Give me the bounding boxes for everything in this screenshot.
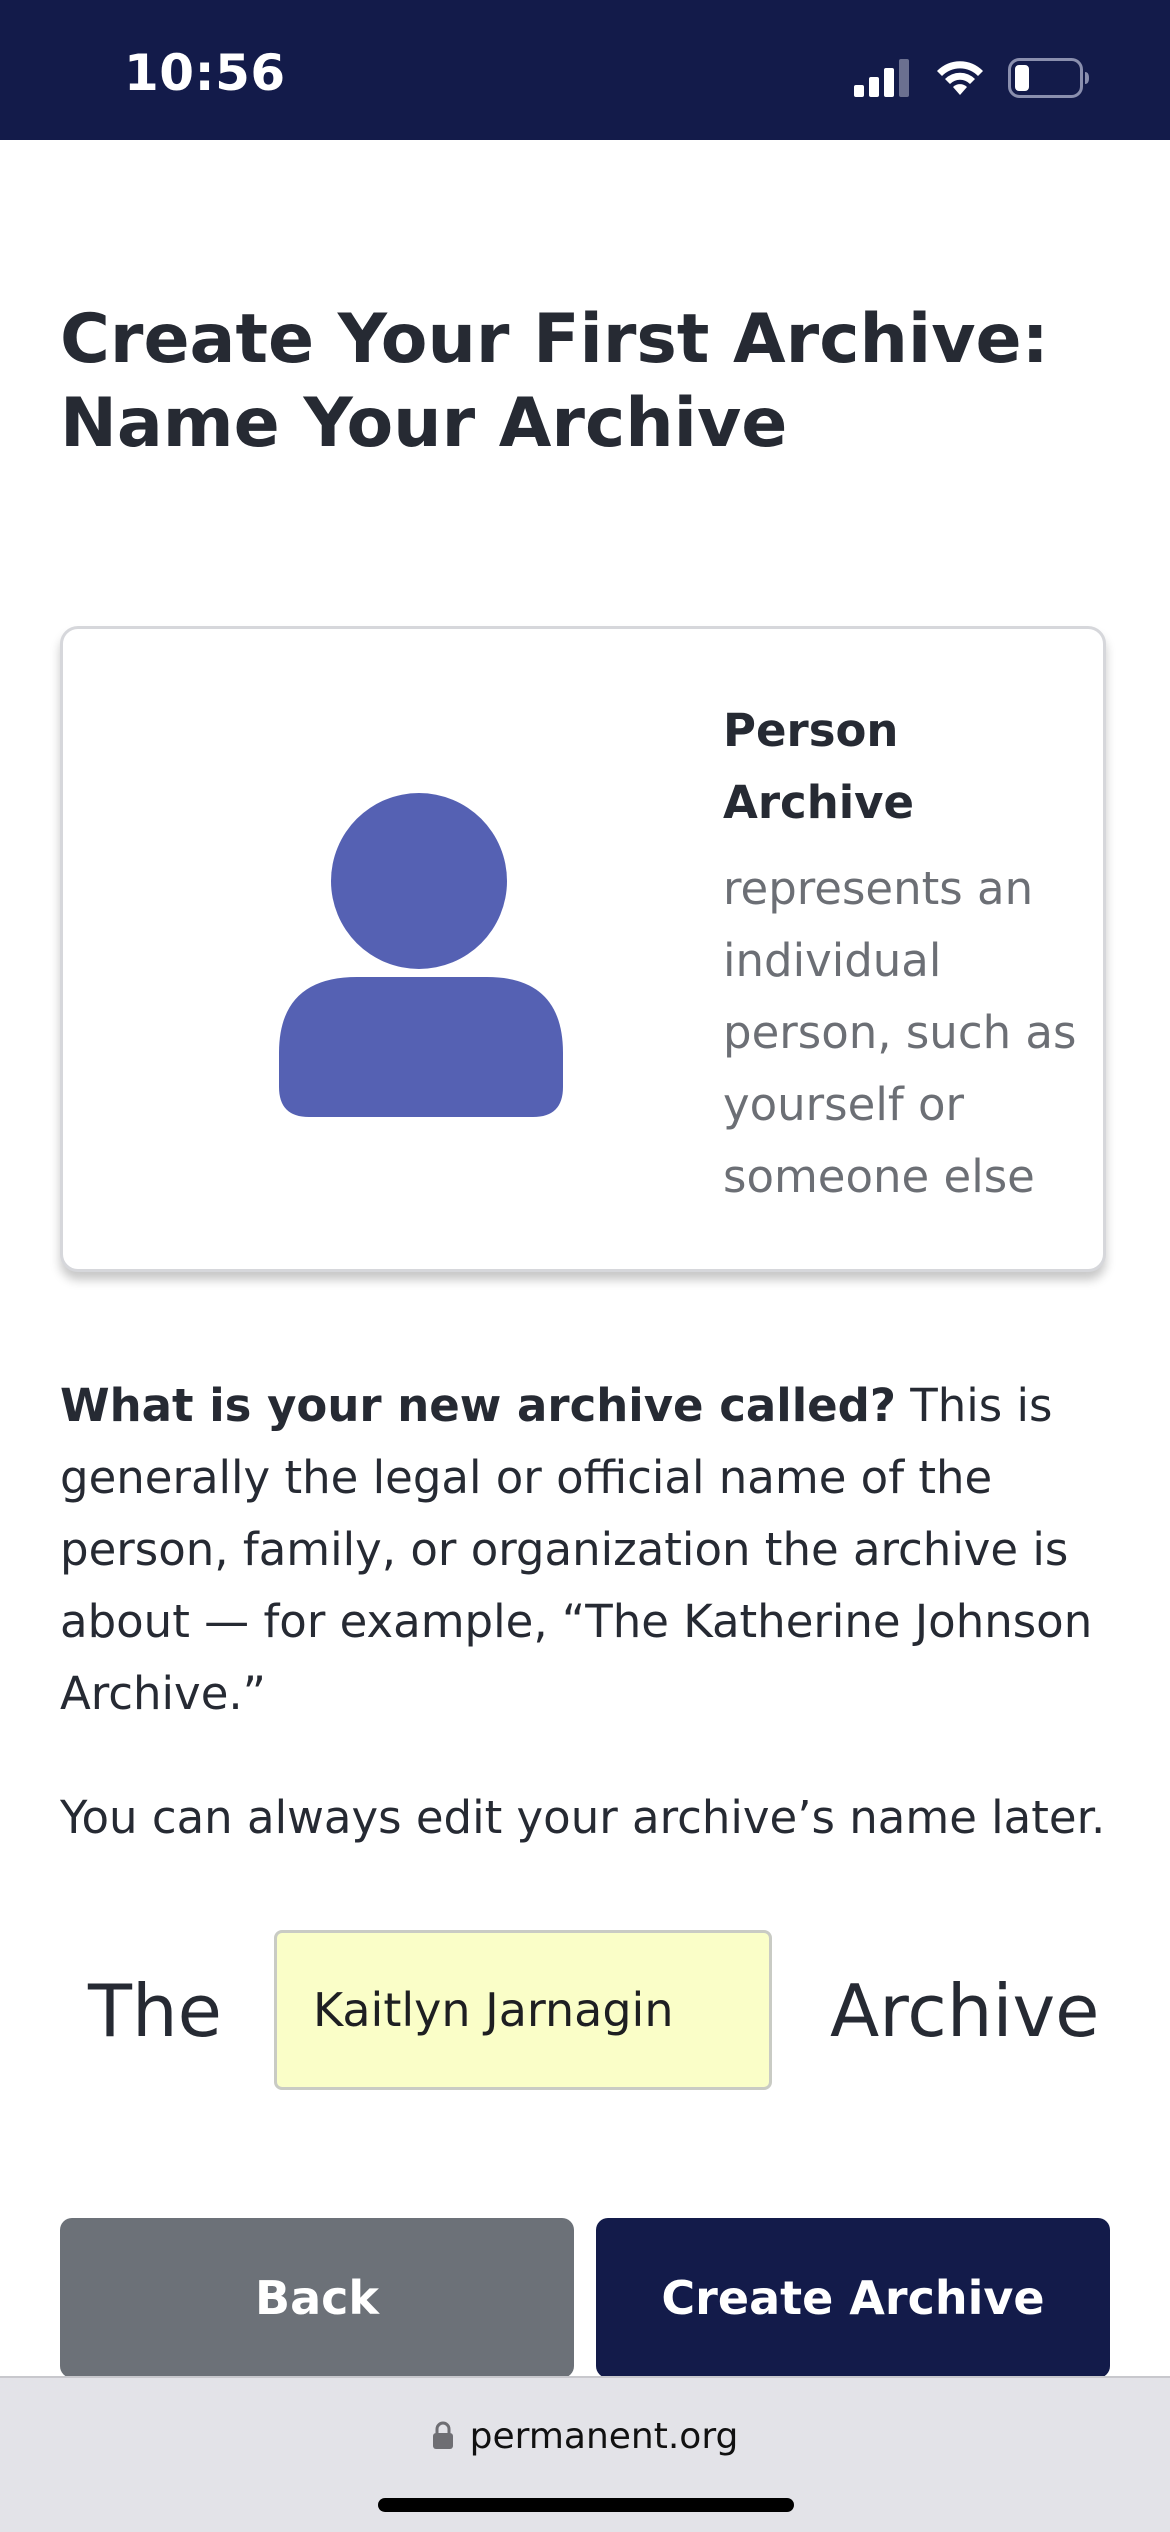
person-icon [279, 791, 567, 1117]
battery-icon [1008, 58, 1090, 98]
wifi-icon [934, 59, 986, 97]
page-title: Create Your First Archive: Name Your Arc… [60, 300, 1049, 463]
name-prefix: The [88, 1969, 222, 2053]
back-button[interactable]: Back [60, 2218, 574, 2378]
signal-icon [854, 59, 912, 97]
url-text[interactable]: permanent.org [470, 2416, 739, 2457]
browser-url-bar[interactable]: permanent.org [0, 2376, 1170, 2532]
archive-name-prompt: What is your new archive called? This is… [60, 1370, 1120, 1730]
status-time: 10:56 [124, 44, 286, 102]
create-archive-button[interactable]: Create Archive [596, 2218, 1110, 2378]
archive-type-description: represents an individual person, such as… [723, 862, 1077, 1203]
lock-icon [432, 2420, 454, 2454]
url-row[interactable]: permanent.org [0, 2416, 1170, 2457]
status-bar: 10:56 [0, 0, 1170, 140]
card-text: Person Archive represents an individual … [723, 695, 1083, 1213]
name-suffix: Archive [830, 1969, 1100, 2053]
edit-note: You can always edit your archive’s name … [60, 1791, 1106, 1844]
status-icons [854, 56, 1090, 100]
prompt-question: What is your new archive called? [60, 1379, 896, 1432]
archive-type-label: Person Archive [723, 704, 915, 829]
home-indicator[interactable] [378, 2498, 794, 2512]
archive-name-input[interactable] [274, 1930, 772, 2090]
person-archive-card: Person Archive represents an individual … [60, 626, 1106, 1272]
